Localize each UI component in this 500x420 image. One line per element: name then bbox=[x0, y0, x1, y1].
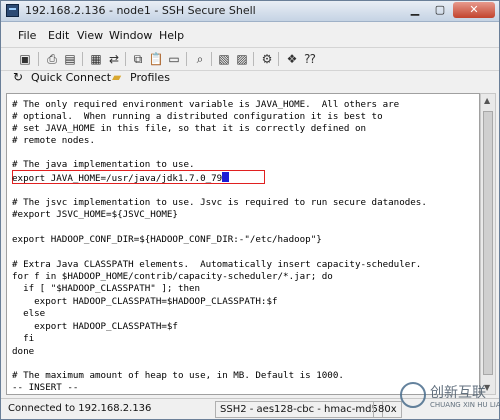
terminal-size-status: 80x bbox=[373, 401, 402, 418]
terminal-line: if [ "$HADOOP_CLASSPATH" ]; then bbox=[12, 283, 201, 294]
profiles-button[interactable]: ▰ Profiles bbox=[112, 70, 170, 88]
quick-connect-icon: ↻ bbox=[13, 70, 24, 84]
menu-view[interactable]: View bbox=[77, 29, 103, 42]
terminal-line: export HADOOP_CLASSPATH=$HADOOP_CLASSPAT… bbox=[12, 296, 278, 307]
scrollbar-thumb[interactable] bbox=[483, 111, 493, 375]
toolbar-divider bbox=[125, 52, 126, 66]
terminal-line: # The only required environment variable… bbox=[12, 99, 400, 110]
minimize-button[interactable]: ▁ bbox=[403, 2, 427, 18]
paste-icon[interactable]: 📋 bbox=[148, 51, 164, 67]
file-transfer-icon[interactable]: ⇄ bbox=[106, 51, 122, 67]
menu-window[interactable]: Window bbox=[109, 29, 152, 42]
insert-mode-indicator: -- INSERT -- bbox=[12, 382, 79, 393]
main-toolbar: ▣ ⎙ ▤ ▦ ⇄ ⧉ 📋 ▭ ⌕ ▧ ▨ ⚙ ❖ ⁇ bbox=[1, 47, 499, 71]
terminal-line: #export JSVC_HOME=${JSVC_HOME} bbox=[12, 209, 178, 220]
toolbar-divider bbox=[253, 52, 254, 66]
terminal-line: # The maximum amount of heap to use, in … bbox=[12, 370, 344, 381]
new-folder-icon[interactable]: ▧ bbox=[216, 51, 232, 67]
context-help-icon[interactable]: ⁇ bbox=[302, 51, 318, 67]
copy-icon[interactable]: ⧉ bbox=[130, 51, 146, 67]
profiles-label: Profiles bbox=[130, 71, 170, 84]
maximize-button[interactable]: ▢ bbox=[428, 2, 452, 18]
toolbar-divider bbox=[211, 52, 212, 66]
terminal-line: # set JAVA_HOME in this file, so that it… bbox=[12, 123, 367, 134]
toolbar-divider bbox=[82, 52, 83, 66]
text-cursor bbox=[222, 172, 230, 182]
watermark-logo-icon bbox=[400, 382, 426, 408]
terminal-app-icon bbox=[6, 4, 19, 17]
terminal-line: fi bbox=[12, 333, 35, 344]
scroll-up-icon[interactable]: ▲ bbox=[484, 96, 490, 105]
menu-help[interactable]: Help bbox=[159, 29, 184, 42]
print-preview-icon[interactable]: ▤ bbox=[62, 51, 78, 67]
terminal-line: # Extra Java CLASSPATH elements. Automat… bbox=[12, 259, 422, 270]
watermark: 创新互联 CHUANG XIN HU LIAN bbox=[400, 378, 500, 414]
terminal-line: export HADOOP_CONF_DIR=${HADOOP_CONF_DIR… bbox=[12, 234, 322, 245]
save-icon[interactable]: ▣ bbox=[17, 51, 33, 67]
terminal-line: # optional. When running a distributed c… bbox=[12, 111, 383, 122]
menu-bar: File Edit View Window Help bbox=[1, 27, 499, 45]
folder-icon: ▰ bbox=[112, 70, 122, 84]
print-icon[interactable]: ⎙ bbox=[44, 51, 60, 67]
title-bar[interactable]: 192.168.2.136 - node1 - SSH Secure Shell… bbox=[1, 1, 499, 22]
quick-connect-label: Quick Connect bbox=[31, 71, 112, 84]
watermark-brand: 创新互联 bbox=[430, 385, 486, 401]
toolbar-divider bbox=[38, 52, 39, 66]
terminal-line-java-home: export JAVA_HOME=/usr/java/jdk1.7.0_79 bbox=[12, 172, 230, 184]
menu-edit[interactable]: Edit bbox=[48, 29, 69, 42]
terminal-line: # The jsvc implementation to use. Jsvc i… bbox=[12, 197, 427, 208]
terminal-line: else bbox=[12, 308, 46, 319]
quick-connect-button[interactable]: ↻ Quick Connect bbox=[13, 70, 111, 88]
new-terminal-icon[interactable]: ▦ bbox=[88, 51, 104, 67]
window-title: 192.168.2.136 - node1 - SSH Secure Shell bbox=[25, 4, 256, 17]
vertical-scrollbar[interactable]: ▲ ▼ bbox=[480, 93, 496, 395]
close-button[interactable]: ✕ bbox=[453, 2, 495, 18]
cipher-status: SSH2 - aes128-cbc - hmac-md5 bbox=[215, 401, 383, 418]
java-home-text: export JAVA_HOME=/usr/java/jdk1.7.0_79 bbox=[12, 173, 223, 184]
paste-special-icon[interactable]: ▭ bbox=[166, 51, 182, 67]
help-book-icon[interactable]: ❖ bbox=[284, 51, 300, 67]
find-icon[interactable]: ⌕ bbox=[192, 51, 208, 67]
settings-icon[interactable]: ⚙ bbox=[259, 51, 275, 67]
terminal-line: # The java implementation to use. bbox=[12, 159, 195, 170]
toolbar-divider bbox=[278, 52, 279, 66]
menu-file[interactable]: File bbox=[18, 29, 36, 42]
terminal-line: done bbox=[12, 346, 35, 357]
terminal-screen[interactable]: # The only required environment variable… bbox=[6, 93, 480, 395]
terminal-line: # remote nodes. bbox=[12, 135, 95, 146]
watermark-subtitle: CHUANG XIN HU LIAN bbox=[430, 401, 500, 409]
terminal-line: export HADOOP_CLASSPATH=$f bbox=[12, 321, 178, 332]
terminal-line: for f in $HADOOP_HOME/contrib/capacity-s… bbox=[12, 271, 333, 282]
ssh-window: 192.168.2.136 - node1 - SSH Secure Shell… bbox=[0, 0, 500, 420]
open-folder-icon[interactable]: ▨ bbox=[234, 51, 250, 67]
connection-toolbar: ↻ Quick Connect ▰ Profiles bbox=[1, 70, 499, 90]
connection-status: Connected to 192.168.2.136 bbox=[8, 403, 152, 414]
toolbar-divider bbox=[186, 52, 187, 66]
